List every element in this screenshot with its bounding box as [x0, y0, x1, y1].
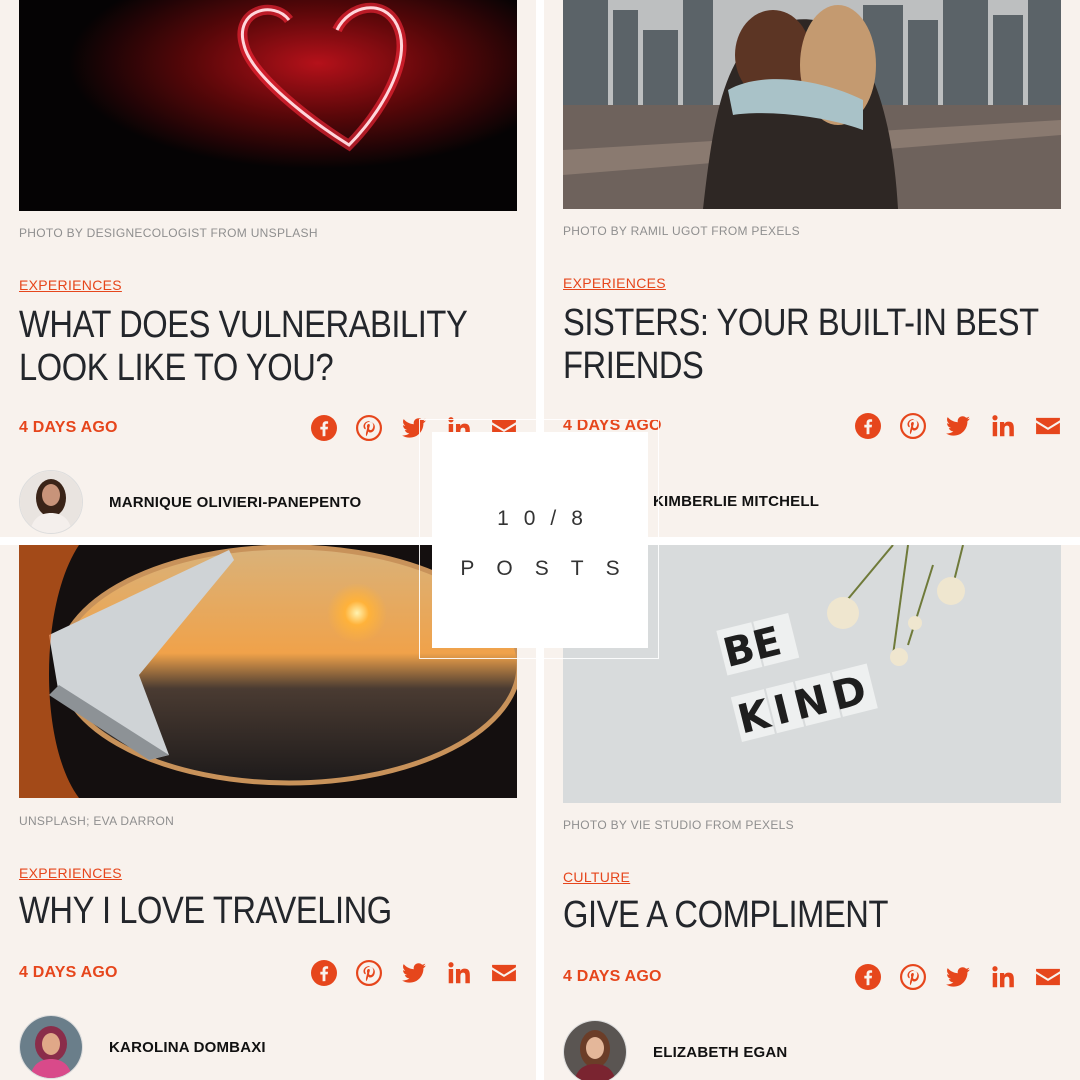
- linkedin-icon[interactable]: [990, 413, 1016, 439]
- facebook-icon[interactable]: [311, 960, 337, 986]
- category-link[interactable]: CULTURE: [563, 869, 630, 885]
- share-bar: [311, 960, 517, 986]
- author-name[interactable]: KIMBERLIE MITCHELL: [653, 493, 819, 510]
- avatar[interactable]: [563, 1020, 627, 1080]
- post-count: 10/8: [497, 507, 598, 530]
- post-title[interactable]: SISTERS: YOUR BUILT-IN BEST FRIENDS: [563, 302, 1053, 388]
- email-icon[interactable]: [1035, 413, 1061, 439]
- post-photo[interactable]: [563, 0, 1061, 209]
- author[interactable]: ELIZABETH EGAN: [563, 1020, 787, 1080]
- post-title[interactable]: GIVE A COMPLIMENT: [563, 894, 1053, 937]
- photo-credit: UNSPLASH; EVA DARRON: [19, 814, 175, 828]
- facebook-icon[interactable]: [855, 964, 881, 990]
- twitter-icon[interactable]: [945, 413, 971, 439]
- linkedin-icon[interactable]: [446, 960, 472, 986]
- author[interactable]: MARNIQUE OLIVIERI-PANEPENTO: [19, 470, 361, 534]
- posts-label: POSTS: [460, 557, 642, 580]
- category-link[interactable]: EXPERIENCES: [563, 275, 666, 291]
- post-count-overlay: 10/8 POSTS: [432, 432, 648, 648]
- pinterest-icon[interactable]: [900, 964, 926, 990]
- avatar[interactable]: [19, 470, 83, 534]
- post-title[interactable]: WHAT DOES VULNERABILITY LOOK LIKE TO YOU…: [19, 304, 509, 390]
- post-title[interactable]: WHY I LOVE TRAVELING: [19, 890, 509, 933]
- share-bar: [855, 413, 1061, 439]
- photo-credit: PHOTO BY VIE STUDIO FROM PEXELS: [563, 818, 794, 832]
- photo-credit: PHOTO BY RAMIL UGOT FROM PEXELS: [563, 224, 800, 238]
- author-name[interactable]: KAROLINA DOMBAXI: [109, 1039, 266, 1056]
- facebook-icon[interactable]: [311, 415, 337, 441]
- email-icon[interactable]: [491, 960, 517, 986]
- author-name[interactable]: MARNIQUE OLIVIERI-PANEPENTO: [109, 494, 361, 511]
- pinterest-icon[interactable]: [356, 960, 382, 986]
- category-link[interactable]: EXPERIENCES: [19, 865, 122, 881]
- post-photo[interactable]: [19, 0, 517, 211]
- pinterest-icon[interactable]: [900, 413, 926, 439]
- category-link[interactable]: EXPERIENCES: [19, 277, 122, 293]
- photo-credit: PHOTO BY DESIGNECOLOGIST FROM UNSPLASH: [19, 226, 318, 240]
- twitter-icon[interactable]: [401, 960, 427, 986]
- linkedin-icon[interactable]: [990, 964, 1016, 990]
- email-icon[interactable]: [1035, 964, 1061, 990]
- post-date: 4 DAYS AGO: [19, 964, 118, 981]
- author-name[interactable]: ELIZABETH EGAN: [653, 1044, 787, 1061]
- avatar[interactable]: [19, 1015, 83, 1079]
- author[interactable]: KAROLINA DOMBAXI: [19, 1015, 266, 1079]
- pinterest-icon[interactable]: [356, 415, 382, 441]
- facebook-icon[interactable]: [855, 413, 881, 439]
- post-date: 4 DAYS AGO: [19, 419, 118, 436]
- twitter-icon[interactable]: [945, 964, 971, 990]
- post-date: 4 DAYS AGO: [563, 968, 662, 985]
- share-bar: [855, 964, 1061, 990]
